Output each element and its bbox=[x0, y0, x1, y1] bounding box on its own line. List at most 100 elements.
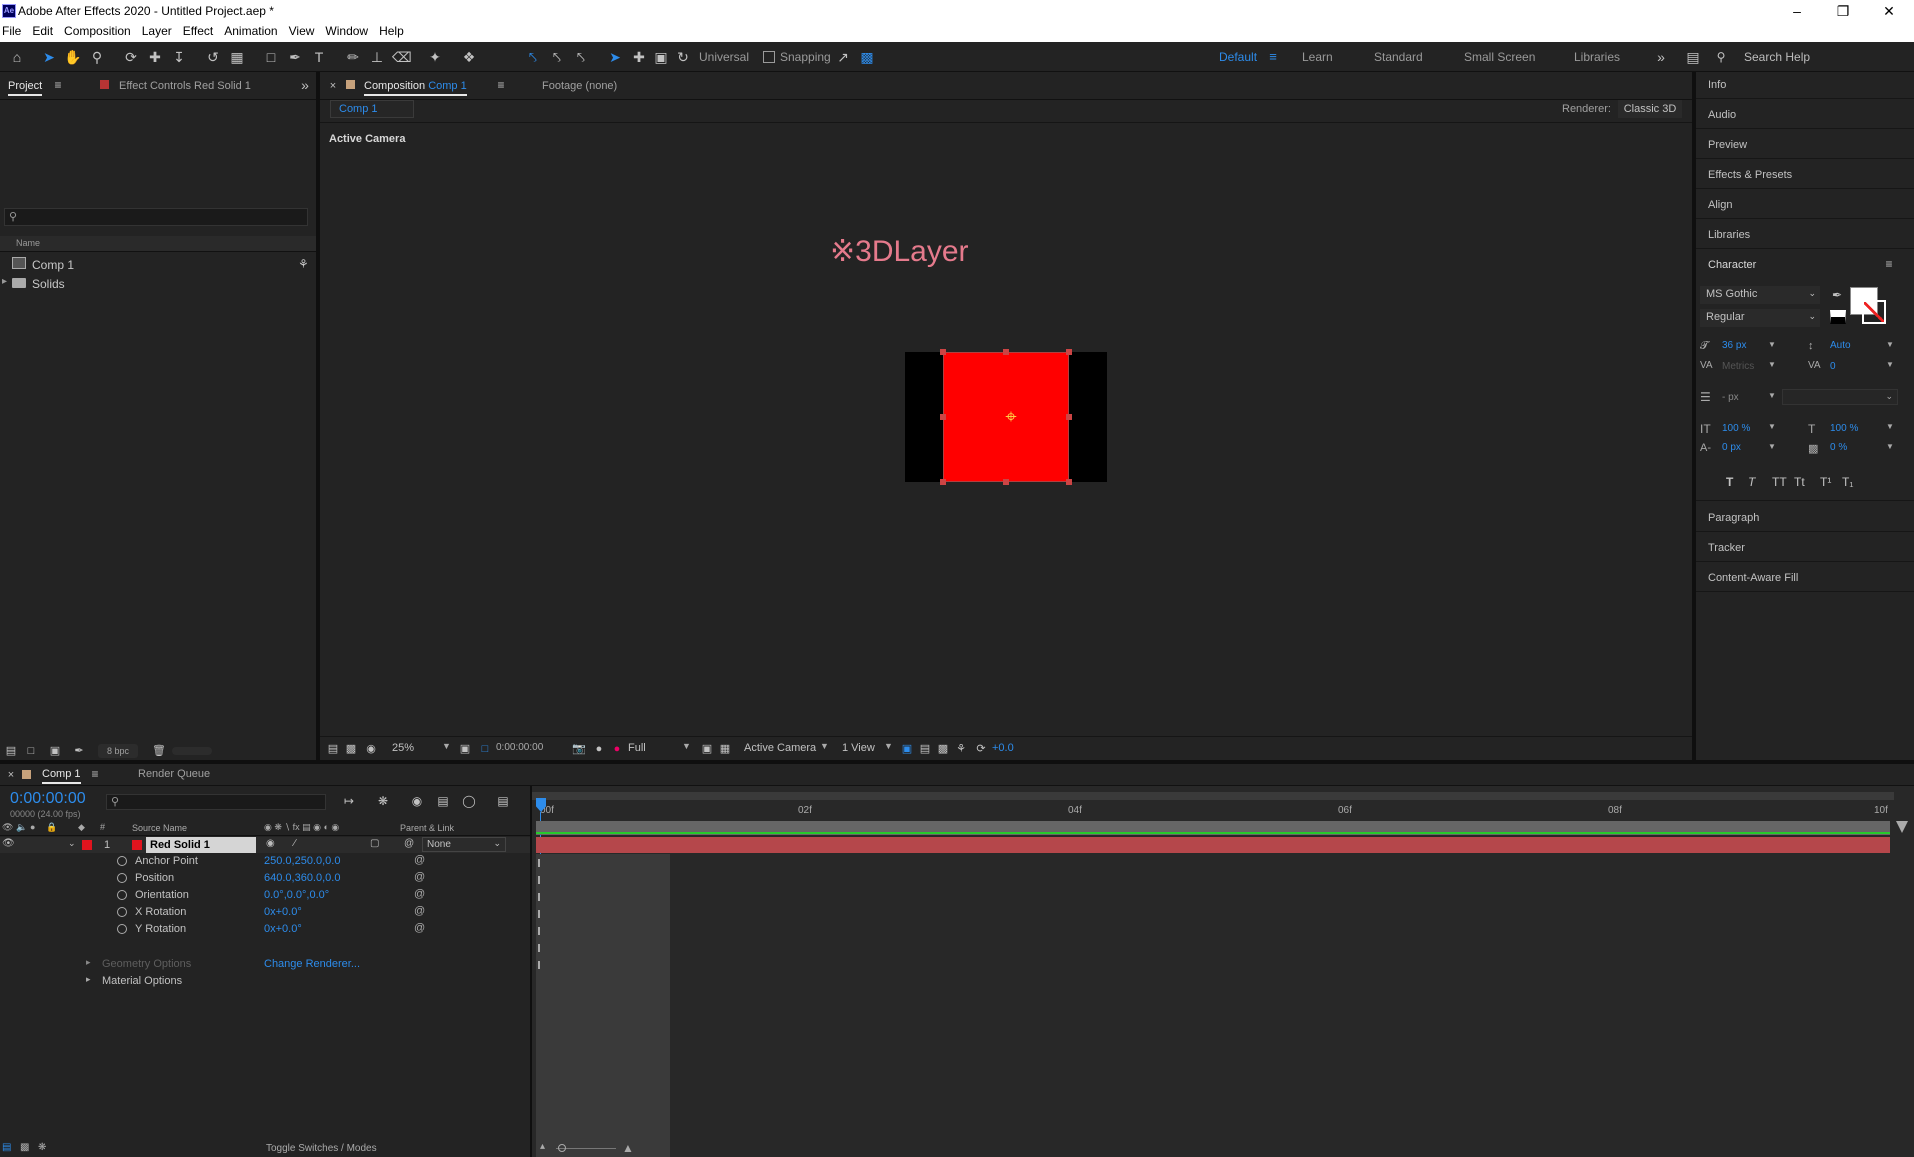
lock-icon[interactable]: 🔒 bbox=[46, 822, 57, 833]
new-comp-icon[interactable]: ▣ bbox=[46, 742, 64, 760]
stopwatch-icon[interactable] bbox=[117, 873, 127, 883]
black-white-swatch-icon[interactable] bbox=[1830, 310, 1846, 324]
panel-sync-icon[interactable]: ▤ bbox=[1684, 48, 1702, 66]
snap-feature-icon[interactable]: ↗ bbox=[834, 48, 852, 66]
expand-arrow-icon[interactable]: ▸ bbox=[2, 276, 7, 287]
layer-row[interactable]: 👁 ⌄ 1 Red Solid 1 ◉ ∕ ▢ @ None ⌄ bbox=[0, 837, 530, 853]
column-source-name[interactable]: Source Name bbox=[132, 823, 187, 833]
eraser-tool-icon[interactable]: ⌫ bbox=[392, 48, 412, 66]
expression-pick-whip-icon[interactable]: @ bbox=[414, 905, 425, 917]
all-caps-button[interactable]: TT bbox=[1772, 475, 1787, 489]
keyframe-marker-icon[interactable] bbox=[538, 961, 540, 969]
property-value[interactable]: 0x+0.0° bbox=[264, 923, 302, 935]
layer-duration-bar[interactable] bbox=[536, 837, 1890, 853]
renderer-button[interactable]: Classic 3D bbox=[1618, 100, 1682, 118]
view-axis-icon[interactable]: ⤣ bbox=[572, 48, 590, 66]
quality-switch-icon[interactable]: ∕ bbox=[294, 838, 296, 849]
audio-icon[interactable]: 🔈 bbox=[16, 822, 27, 833]
rotation-tool-icon[interactable]: ↺ bbox=[204, 48, 222, 66]
menu-composition[interactable]: Composition bbox=[56, 22, 131, 38]
rotate-gizmo-icon[interactable]: ↻ bbox=[674, 48, 692, 66]
shy-switch-icon[interactable]: ◉ bbox=[266, 838, 275, 849]
pan-camera-icon[interactable]: ✚ bbox=[146, 48, 164, 66]
label-icon[interactable]: ◆ bbox=[78, 822, 85, 833]
tab-render-queue[interactable]: Render Queue bbox=[138, 768, 210, 780]
chevron-down-icon[interactable]: ▼ bbox=[1768, 391, 1776, 400]
zoom-dropdown[interactable]: 25% bbox=[392, 742, 414, 754]
keyframe-marker-icon[interactable] bbox=[538, 927, 540, 935]
always-preview-icon[interactable]: ▤ bbox=[324, 740, 342, 758]
layer-handle[interactable] bbox=[940, 479, 946, 485]
chevron-down-icon[interactable]: ▼ bbox=[884, 741, 893, 751]
panel-content-aware-fill[interactable]: Content-Aware Fill bbox=[1708, 572, 1798, 584]
time-stretch-icon[interactable]: ❋ bbox=[38, 1142, 46, 1153]
material-options-label[interactable]: Material Options bbox=[102, 975, 182, 987]
new-folder-icon[interactable]: □ bbox=[22, 742, 40, 760]
workspace-standard[interactable]: Standard bbox=[1374, 50, 1423, 64]
layer-label-color-icon[interactable] bbox=[82, 840, 92, 850]
eye-icon[interactable]: 👁 bbox=[2, 838, 15, 849]
snap-expand-icon[interactable]: ▩ bbox=[858, 48, 876, 66]
workspace-default[interactable]: Default bbox=[1219, 50, 1257, 64]
superscript-button[interactable]: T¹ bbox=[1820, 475, 1831, 489]
motion-blur-icon[interactable]: ◯ bbox=[460, 792, 478, 810]
keyframe-marker-icon[interactable] bbox=[538, 859, 540, 867]
search-help-input[interactable]: Search Help bbox=[1744, 50, 1810, 64]
faux-bold-button[interactable]: T bbox=[1726, 475, 1733, 489]
stopwatch-icon[interactable] bbox=[117, 890, 127, 900]
title-safe-icon[interactable]: □ bbox=[476, 740, 494, 758]
kerning-value[interactable]: Metrics bbox=[1722, 361, 1754, 372]
resolution-dropdown[interactable]: Full bbox=[628, 742, 646, 754]
layer-switches-icon[interactable]: ▤ bbox=[2, 1142, 11, 1153]
show-snapshot-icon[interactable]: ● bbox=[590, 740, 608, 758]
workspace-learn[interactable]: Learn bbox=[1302, 50, 1333, 64]
world-axis-icon[interactable]: ⤣ bbox=[548, 48, 566, 66]
layer-handle[interactable] bbox=[1003, 349, 1009, 355]
menu-effect[interactable]: Effect bbox=[175, 22, 213, 38]
chevron-down-icon[interactable]: ▼ bbox=[1886, 340, 1894, 349]
stopwatch-icon[interactable] bbox=[117, 907, 127, 917]
home-icon[interactable]: ⌂ bbox=[8, 48, 26, 66]
menu-edit[interactable]: Edit bbox=[24, 22, 53, 38]
pick-whip-icon[interactable]: @ bbox=[404, 838, 414, 849]
change-renderer-link[interactable]: Change Renderer... bbox=[264, 958, 360, 970]
minimize-icon[interactable]: – bbox=[1774, 0, 1820, 22]
panel-tracker[interactable]: Tracker bbox=[1708, 542, 1745, 554]
menu-layer[interactable]: Layer bbox=[134, 22, 172, 38]
chevron-down-icon[interactable]: ▼ bbox=[1768, 340, 1776, 349]
3d-axis-gizmo-icon[interactable]: ⌖ bbox=[996, 402, 1026, 432]
eyedropper-icon[interactable]: ✒ bbox=[1828, 286, 1846, 304]
property-value[interactable]: 250.0,250.0,0.0 bbox=[264, 855, 340, 867]
panel-overflow-icon[interactable]: » bbox=[296, 76, 314, 94]
zoom-out-icon[interactable]: ▴ bbox=[540, 1141, 545, 1152]
panel-preview[interactable]: Preview bbox=[1708, 139, 1747, 151]
expression-pick-whip-icon[interactable]: @ bbox=[414, 871, 425, 883]
close-tab-icon[interactable]: × bbox=[2, 766, 20, 784]
roto-brush-icon[interactable]: ✦ bbox=[426, 48, 444, 66]
fast-preview-icon[interactable]: ▤ bbox=[916, 740, 934, 758]
layer-name[interactable]: Red Solid 1 bbox=[146, 837, 256, 853]
universal-select-icon[interactable]: ➤ bbox=[606, 48, 624, 66]
orbit-camera-icon[interactable]: ⟳ bbox=[122, 48, 140, 66]
panel-paragraph[interactable]: Paragraph bbox=[1708, 512, 1759, 524]
project-item-comp[interactable]: Comp 1 ⚘ bbox=[0, 256, 316, 274]
dolly-camera-icon[interactable]: ↧ bbox=[170, 48, 188, 66]
keyframe-marker-icon[interactable] bbox=[538, 944, 540, 952]
expression-pick-whip-icon[interactable]: @ bbox=[414, 922, 425, 934]
flowchart-view-icon[interactable]: ⚘ bbox=[952, 740, 970, 758]
subscript-button[interactable]: T₁ bbox=[1842, 475, 1853, 489]
chevron-down-icon[interactable]: ▼ bbox=[820, 741, 829, 751]
comp-subtab[interactable]: Comp 1 bbox=[330, 100, 414, 118]
timeline-icon[interactable]: ▩ bbox=[934, 740, 952, 758]
collapse-arrow-icon[interactable]: ⌄ bbox=[68, 838, 76, 849]
selection-tool-icon[interactable]: ➤ bbox=[40, 48, 58, 66]
layer-handle[interactable] bbox=[940, 349, 946, 355]
thumbnail-slider[interactable] bbox=[172, 747, 212, 755]
graph-editor-icon[interactable]: ▤ bbox=[494, 792, 512, 810]
menu-file[interactable]: File bbox=[0, 22, 21, 38]
tab-composition[interactable]: Composition Comp 1 bbox=[364, 80, 467, 96]
chevron-down-icon[interactable]: ▼ bbox=[1768, 442, 1776, 451]
chevron-down-icon[interactable]: ▼ bbox=[1886, 422, 1894, 431]
frame-blending-icon[interactable]: ▤ bbox=[434, 792, 452, 810]
vertical-scale-value[interactable]: 100 % bbox=[1722, 423, 1750, 434]
